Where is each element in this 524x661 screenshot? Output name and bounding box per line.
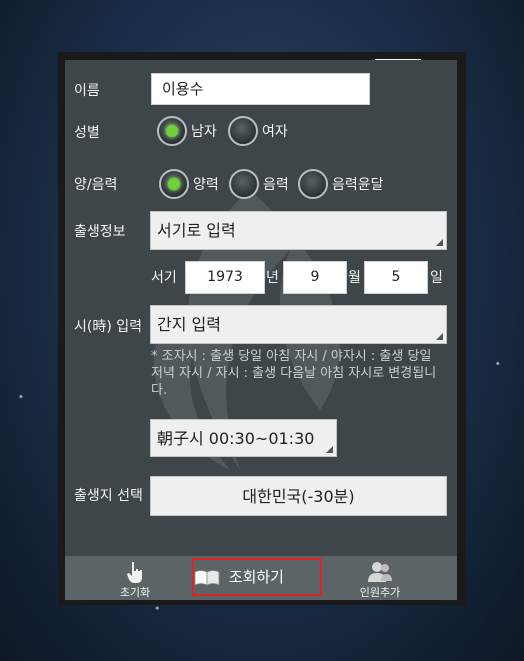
people-icon (368, 562, 392, 582)
month-unit: 월 (348, 270, 361, 286)
hour-note: * 조자시 : 출생 당일 아침 자시 / 야자시 : 출생 당일 저녁 자시 … (151, 349, 437, 398)
name-input[interactable]: 이용수 (151, 73, 370, 105)
hand-pointer-icon (127, 562, 142, 583)
calendar-label: 양/음력 (74, 177, 118, 193)
radio-selected-dot (168, 178, 180, 190)
year-unit: 년 (266, 270, 279, 286)
gender-male-label[interactable]: 남자 (191, 123, 217, 141)
era-label: 서기 (151, 270, 177, 286)
spinner-arrow-icon (436, 239, 443, 246)
search-button-label: 조회하기 (228, 568, 284, 586)
birth-info-spinner[interactable]: 서기로 입력 (150, 211, 447, 250)
hour-input-spinner-value: 간지 입력 (157, 315, 221, 334)
reset-tab-label: 초기화 (119, 586, 151, 599)
bottom-action-bar: 초기화 조회하기 인원추가 (65, 556, 457, 600)
birthplace-select[interactable]: 대한민국(-30분) (150, 476, 447, 516)
hour-select-value: 朝子시 00:30~01:30 (157, 429, 315, 448)
radio-selected-dot (166, 125, 178, 137)
gender-label: 성별 (74, 125, 100, 141)
reset-tab[interactable]: 초기화 (95, 556, 175, 600)
add-person-tab-label: 인원추가 (359, 586, 401, 599)
hour-label: 시(時) 입력 (74, 319, 143, 335)
spinner-arrow-icon (326, 446, 333, 453)
gender-female-radio[interactable] (228, 116, 258, 146)
hour-input-spinner[interactable]: 간지 입력 (150, 305, 447, 344)
calendar-lunar-label[interactable]: 음력 (263, 176, 289, 194)
birth-info-spinner-value: 서기로 입력 (157, 221, 236, 240)
calendar-solar-radio[interactable] (159, 169, 189, 199)
calendar-lunar-radio[interactable] (229, 169, 259, 199)
calendar-leap-label[interactable]: 음력윤달 (332, 176, 384, 194)
input-form-panel: 이름 이용수 성별 남자 여자 양/음력 양력 음력 음력윤달 출생정보 서기로… (65, 60, 457, 556)
gender-male-radio[interactable] (157, 116, 187, 146)
add-person-tab[interactable]: 인원추가 (340, 556, 420, 600)
search-button[interactable]: 조회하기 (192, 558, 322, 596)
book-icon (194, 569, 220, 586)
hour-select-spinner[interactable]: 朝子시 00:30~01:30 (150, 419, 337, 457)
calendar-leap-radio[interactable] (298, 169, 328, 199)
spinner-arrow-icon (436, 333, 443, 340)
month-input[interactable]: 9 (283, 261, 347, 294)
calendar-solar-label[interactable]: 양력 (193, 176, 219, 194)
year-input[interactable]: 1973 (185, 261, 265, 294)
name-label: 이름 (74, 83, 100, 99)
birth-info-label: 출생정보 (74, 224, 126, 240)
day-unit: 일 (430, 270, 443, 286)
day-input[interactable]: 5 (364, 261, 428, 294)
birthplace-label: 출생지 선택 (74, 488, 143, 504)
gender-female-label[interactable]: 여자 (262, 123, 288, 141)
